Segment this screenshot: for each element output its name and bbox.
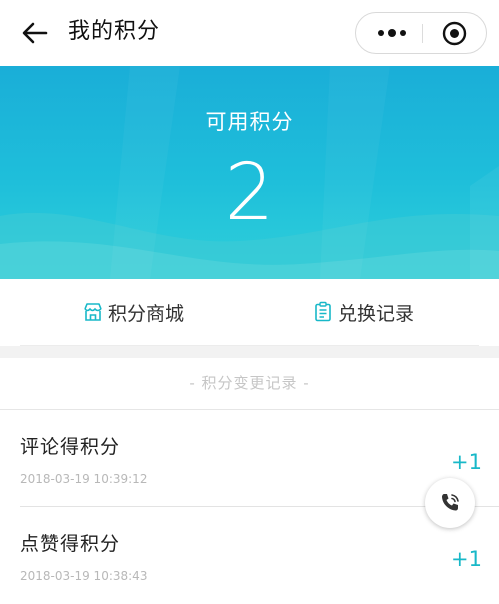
record-points: +1 <box>451 450 482 474</box>
record-time: 2018-03-19 10:39:12 <box>20 472 148 486</box>
phone-icon <box>442 494 459 511</box>
more-dots-icon[interactable] <box>374 13 410 53</box>
target-circle-icon[interactable] <box>442 21 467 46</box>
exchange-records-label: 兑换记录 <box>338 302 415 325</box>
page-title: 我的积分 <box>68 19 161 44</box>
available-points-value: 2 <box>224 148 275 238</box>
clipboard-icon <box>315 301 331 322</box>
list-item[interactable]: 评论得积分 2018-03-19 10:39:12 +1 <box>0 410 499 507</box>
points-history-title: - 积分变更记录 - <box>189 374 310 392</box>
back-arrow-icon[interactable] <box>20 19 50 47</box>
points-mall-button[interactable]: 积分商城 <box>82 297 184 327</box>
shop-icon <box>84 303 102 321</box>
points-banner: 可用积分 2 <box>0 66 499 279</box>
list-item[interactable]: 点赞得积分 2018-03-19 10:38:43 +1 <box>0 507 499 604</box>
record-name: 评论得积分 <box>20 436 121 458</box>
points-mall-label: 积分商城 <box>108 302 185 325</box>
available-points-label: 可用积分 <box>205 110 294 134</box>
section-gap <box>0 346 499 358</box>
record-points: +1 <box>451 547 482 571</box>
capsule-divider <box>422 24 423 43</box>
mini-program-capsule <box>355 12 487 54</box>
action-row: 积分商城 兑换记录 <box>0 279 499 346</box>
record-time: 2018-03-19 10:38:43 <box>20 569 148 583</box>
record-name: 点赞得积分 <box>20 533 121 555</box>
exchange-records-button[interactable]: 兑换记录 <box>312 297 414 327</box>
top-nav: 我的积分 <box>0 0 499 66</box>
call-button[interactable] <box>425 478 475 528</box>
